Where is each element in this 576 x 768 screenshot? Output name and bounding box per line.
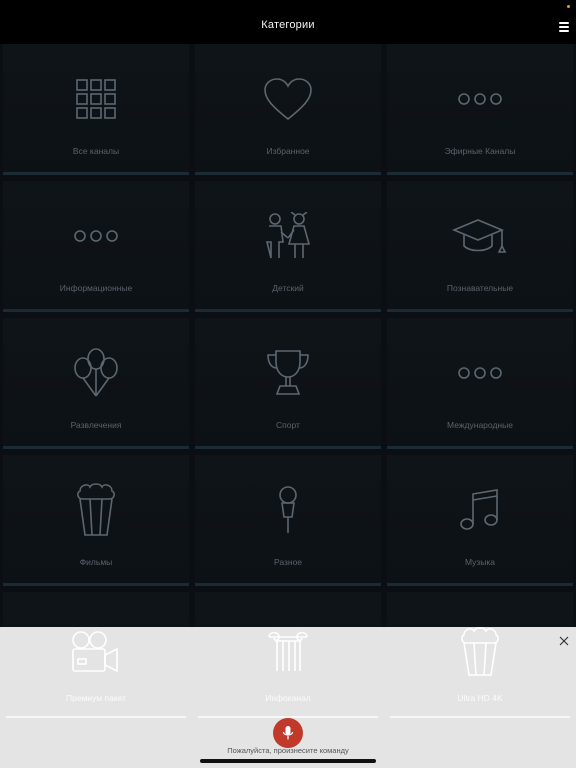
category-label: Ultra HD 4K (457, 693, 503, 703)
category-label: Избранное (266, 146, 310, 156)
category-tile-broadcast[interactable]: Эфирные Каналы (387, 44, 573, 175)
category-label: Фильмы (79, 557, 113, 567)
graduation-cap-icon (387, 207, 573, 265)
home-indicator (200, 759, 376, 763)
category-tile-international[interactable]: Международные (387, 318, 573, 449)
microphone-icon (282, 726, 294, 740)
microphone-icon (195, 481, 381, 539)
trophy-icon (195, 344, 381, 402)
category-tile-news[interactable]: Информационные (3, 181, 189, 312)
category-label: Детский (272, 283, 304, 293)
category-label: Инфоканал (265, 693, 311, 703)
music-note-icon (387, 481, 573, 539)
tile-divider (195, 583, 381, 586)
tile-divider (195, 446, 381, 449)
tile-divider (6, 716, 186, 718)
notification-dot (567, 5, 570, 8)
tile-divider (3, 172, 189, 175)
column-icon (195, 627, 381, 677)
dots-icon (387, 70, 573, 128)
balloons-icon (3, 344, 189, 402)
tile-divider (387, 583, 573, 586)
tile-divider (387, 309, 573, 312)
category-label: Познавательные (446, 283, 514, 293)
category-tile-favorites[interactable]: Избранное (195, 44, 381, 175)
category-label: Разное (273, 557, 303, 567)
category-label: Музыка (464, 557, 496, 567)
category-label: Развлечения (70, 420, 122, 430)
category-label: Международные (447, 420, 513, 430)
category-tile-sport[interactable]: Спорт (195, 318, 381, 449)
popcorn-icon (3, 481, 189, 539)
dots-icon (3, 207, 189, 265)
category-tile-premium[interactable]: Премиум пакет (3, 627, 189, 719)
category-tile-music[interactable]: Музыка (387, 455, 573, 586)
category-label: Все каналы (72, 146, 120, 156)
grid-icon (3, 70, 189, 128)
heart-icon (195, 70, 381, 128)
category-label: Эфирные Каналы (444, 146, 516, 156)
tile-divider (3, 583, 189, 586)
tile-divider (390, 716, 570, 718)
page-title: Категории (261, 19, 315, 31)
category-tile-kids[interactable]: Детский (195, 181, 381, 312)
tile-divider (195, 309, 381, 312)
category-tile-movies[interactable]: Фильмы (3, 455, 189, 586)
movie-camera-icon (3, 627, 189, 677)
tile-divider (387, 446, 573, 449)
category-tile-infochannel[interactable]: Инфоканал (195, 627, 381, 719)
tile-divider (3, 446, 189, 449)
category-tile-misc[interactable]: Разное (195, 455, 381, 586)
category-tile-uhd[interactable]: Ultra HD 4K (387, 627, 573, 719)
children-icon (195, 207, 381, 265)
tile-divider (387, 172, 573, 175)
category-label: Спорт (276, 420, 300, 430)
top-bar: Категории (0, 0, 576, 44)
dots-icon (387, 344, 573, 402)
microphone-button[interactable] (273, 718, 303, 748)
category-label: Информационные (59, 283, 133, 293)
hamburger-menu-icon[interactable] (559, 22, 569, 32)
voice-prompt-text: Пожалуйста, произнесите команду (227, 746, 349, 755)
popcorn-icon (387, 627, 573, 677)
category-tile-educational[interactable]: Познавательные (387, 181, 573, 312)
category-tile-all-channels[interactable]: Все каналы (3, 44, 189, 175)
category-label: Премиум пакет (66, 693, 126, 703)
tile-divider (3, 309, 189, 312)
tile-divider (195, 172, 381, 175)
category-tile-entertainment[interactable]: Развлечения (3, 318, 189, 449)
